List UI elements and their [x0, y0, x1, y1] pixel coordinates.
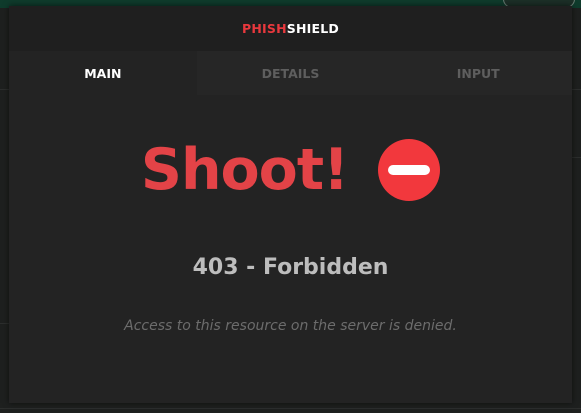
brand-logo-phish: PHISH — [242, 21, 287, 36]
headline-text: Shoot! — [140, 136, 349, 203]
tab-input[interactable]: INPUT — [384, 51, 573, 95]
background-divider — [572, 157, 581, 158]
brand-logo-shield: SHIELD — [286, 21, 339, 36]
stop-icon-bar — [388, 165, 431, 175]
tab-details[interactable]: DETAILS — [196, 51, 385, 95]
tab-bar: MAIN DETAILS INPUT — [9, 51, 573, 95]
phishshield-popup: PHISH SHIELD MAIN DETAILS INPUT Shoot! 40… — [9, 6, 573, 403]
main-panel: Shoot! 403 - Forbidden Access to this re… — [9, 95, 572, 403]
background-divider — [0, 89, 9, 90]
background-divider — [0, 323, 9, 324]
error-message: Access to this resource on the server is… — [124, 318, 457, 334]
popup-header: PHISH SHIELD — [9, 6, 572, 51]
stop-icon — [378, 139, 441, 201]
background-divider — [572, 89, 581, 90]
tab-main[interactable]: MAIN — [9, 51, 197, 95]
error-code: 403 - Forbidden — [192, 255, 389, 280]
background-divider — [0, 408, 581, 409]
headline-row: Shoot! — [9, 139, 572, 201]
